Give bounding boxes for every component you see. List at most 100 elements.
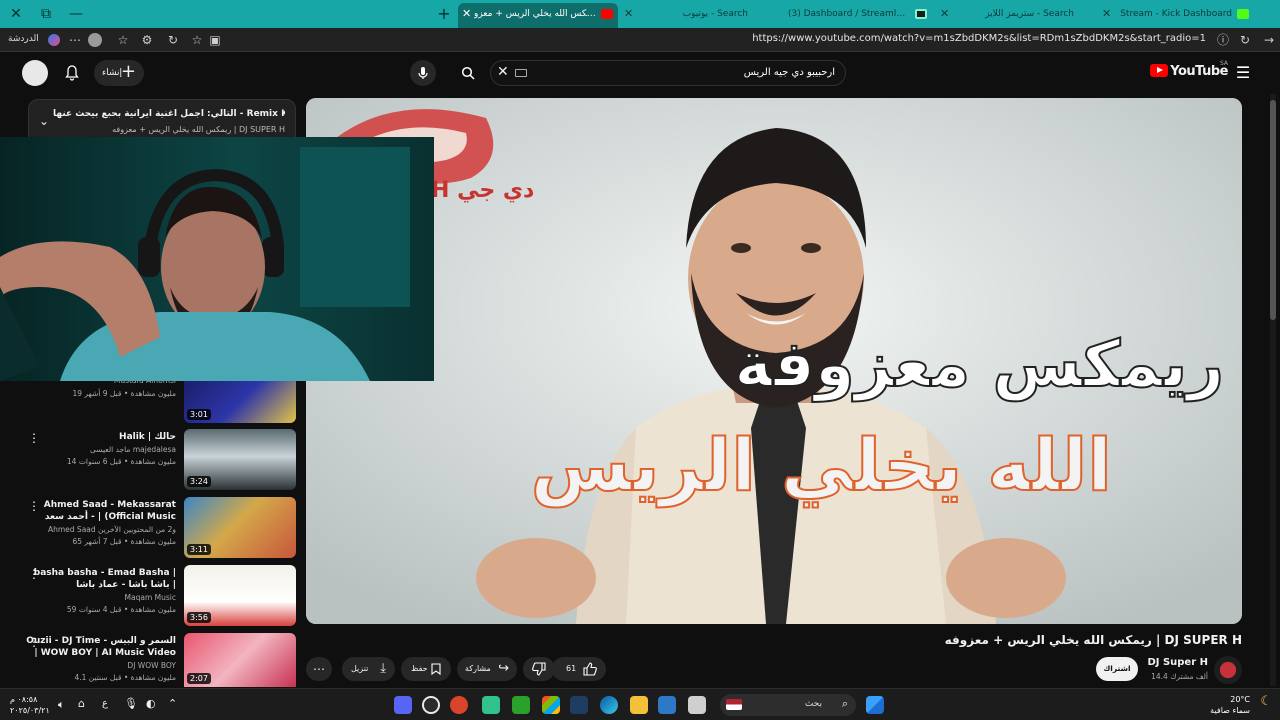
app-icon[interactable] (570, 696, 588, 714)
tab-search[interactable]: ✕ ستريمز اللايز - Search (936, 3, 1096, 28)
task-view-icon[interactable] (688, 696, 706, 714)
channel-name: Ahmed Saad و2 من المحتويين الآخرين (47, 525, 176, 534)
volume-icon[interactable]: 🔈︎ (58, 698, 65, 712)
copilot-icon[interactable] (48, 34, 60, 46)
extensions-icon[interactable]: ⚙ (138, 31, 156, 49)
chat-label[interactable]: الدردشة (8, 34, 39, 44)
favorites-icon[interactable]: ☆ (114, 31, 132, 49)
channel-name[interactable]: DJ Super H (1147, 657, 1208, 668)
list-item[interactable]: 3:11 ⋮ Ahmed Saad - Mekassarat أحمد سعد … (0, 497, 300, 561)
taskbar-search[interactable]: بحث ⌕ (720, 694, 856, 716)
microphone-icon[interactable]: 🎙︎ (124, 697, 138, 710)
video-meta: 14 مليون مشاهدة • قبل 6 سنوات (66, 457, 176, 466)
account-avatar[interactable] (22, 60, 48, 86)
video-player[interactable]: ريمكس معزوفة الله يخلي الريس H دي جي (306, 98, 1242, 624)
save-button[interactable]: حفظ (401, 657, 451, 681)
video-title: ريمكس الله يخلي الريس + معزوفه | DJ SUPE… (944, 633, 1242, 647)
search-button[interactable] (455, 60, 481, 86)
app-icon[interactable] (658, 696, 676, 714)
app-icon[interactable] (450, 696, 468, 714)
file-explorer-icon[interactable] (630, 696, 648, 714)
thumbs-up-icon (583, 662, 597, 676)
network-icon[interactable]: ⌂ (78, 697, 85, 710)
audio-app-icon[interactable] (482, 696, 500, 714)
search-input[interactable]: ✕ ارحبيبو دي جيه الريس (490, 60, 846, 86)
playlist-title: التالي: أجمل أغنية ايرانية بحبع بيحث عنه… (53, 109, 285, 119)
page-scrollbar[interactable] (1270, 94, 1276, 686)
search-icon: ⌕ (841, 697, 848, 710)
profile-avatar[interactable] (88, 33, 102, 47)
system-clock[interactable]: ٠٨:٥٨ م ٢٠٢٥/٠٣/٢١ (10, 694, 50, 716)
video-thumbnail[interactable]: 3:11 (184, 497, 296, 558)
url-field[interactable]: https://www.youtube.com/watch?v=m1sZbdDK… (752, 33, 1206, 44)
close-tab-icon[interactable]: ✕ (624, 3, 633, 25)
discord-icon[interactable] (394, 696, 412, 714)
voice-search-icon[interactable] (410, 60, 436, 86)
keyboard-icon[interactable] (515, 69, 527, 77)
info-icon[interactable]: ⓘ (1214, 31, 1232, 49)
dislike-button[interactable] (523, 657, 555, 681)
clear-search-icon[interactable]: ✕ (497, 64, 509, 80)
tab-kick[interactable]: ✕ Stream - Kick Dashboard (1098, 3, 1254, 28)
close-tab-icon[interactable]: ✕ (940, 3, 949, 25)
share-button[interactable]: مشاركة ↪ (457, 657, 517, 681)
minimize-icon[interactable]: — (60, 0, 92, 28)
search-icon (461, 66, 475, 80)
subscribe-button[interactable]: اشتراك (1096, 657, 1138, 681)
video-logo-text: H دي جي (431, 178, 535, 203)
refresh-icon[interactable]: ↻ (164, 31, 182, 49)
streamlabs-favicon-icon (915, 9, 927, 19)
youtube-logo[interactable]: YouTube (1150, 64, 1228, 79)
video-thumbnail[interactable]: 3:56 (184, 565, 296, 626)
obs-icon[interactable] (422, 696, 440, 714)
like-button[interactable]: 61 (552, 657, 606, 681)
menu-hamburger-icon[interactable]: ☰ (1230, 60, 1256, 86)
add-favorite-icon[interactable]: ☆ (188, 31, 206, 49)
more-menu-icon[interactable]: ⋯ (66, 31, 84, 49)
reload-icon[interactable]: ↻ (1236, 31, 1254, 49)
input-language[interactable]: ع (102, 698, 108, 709)
video-meta: 59 مليون مشاهدة • قبل 4 سنوات (66, 605, 176, 614)
list-item[interactable]: 3:24 ⋮ Halik | حالك ماجد العيسى majedale… (0, 429, 300, 493)
tray-icon[interactable]: ◐ (146, 697, 156, 710)
maximize-icon[interactable]: ⧉ (30, 0, 62, 28)
list-item[interactable]: 3:56 ⋮ basha basha - Emad Basha | باشا ب… (0, 565, 300, 629)
tab-streamlabs[interactable]: (3) Dashboard / Streamlabs (772, 3, 932, 28)
store-icon[interactable] (542, 696, 560, 714)
video-meta: 19 مليون مشاهدة • قبل 9 أشهر (72, 389, 176, 398)
video-thumbnail[interactable]: 2:07 (184, 633, 296, 687)
browser-tab-strip: ✕ ⧉ — + ✕ ريمكس الله يخلي الريس + معزو..… (0, 0, 1280, 28)
video-thumbnail[interactable]: 3:24 (184, 429, 296, 490)
close-tab-icon[interactable]: ✕ (1102, 3, 1111, 25)
xbox-icon[interactable] (512, 696, 530, 714)
back-icon[interactable]: → (1260, 31, 1278, 49)
edge-icon[interactable] (600, 696, 618, 714)
download-button[interactable]: تنزيل ⤓ (342, 657, 395, 681)
more-actions-icon[interactable]: ⋯ (306, 657, 332, 681)
youtube-header: إنشاء + ✕ ارحبيبو دي جيه الريس YouTube S… (0, 52, 1280, 94)
video-thumbnail[interactable]: 3:01 (184, 381, 296, 423)
country-code: SA (1219, 60, 1228, 67)
new-tab-icon[interactable]: + (428, 0, 460, 28)
windows-taskbar: ٠٨:٥٨ م ٢٠٢٥/٠٣/٢١ 🔈︎ ⌂ ع 🎙︎ ◐ ⌃ بحث ⌕ 2… (0, 688, 1280, 720)
video-meta: 65 مليون مشاهدة • قبل 7 أشهر (72, 537, 176, 546)
close-window-icon[interactable]: ✕ (0, 0, 32, 28)
weather-widget[interactable]: 20°C سماء صافية (1210, 694, 1250, 716)
windows-start-icon[interactable] (866, 696, 884, 714)
tab-youtube-video[interactable]: ✕ ريمكس الله يخلي الريس + معزو... (458, 3, 618, 28)
show-hidden-icons-icon[interactable]: ⌃ (168, 697, 177, 710)
notifications-bell-icon[interactable] (59, 60, 85, 86)
create-button[interactable]: إنشاء + (94, 60, 144, 86)
scrollbar-thumb[interactable] (1270, 100, 1276, 320)
video-overlay-title-line1: ريمكس معزوفة (733, 327, 1225, 403)
split-screen-icon[interactable]: ▣ (206, 31, 224, 49)
close-tab-icon[interactable]: ✕ (462, 3, 471, 25)
bookmark-icon (431, 663, 441, 675)
list-item[interactable]: 2:07 ⋮ Ouzii - DJ Time - السمر و البيس |… (0, 633, 300, 687)
tab-youtube-search[interactable]: ✕ يوتيوب - Search (620, 3, 770, 28)
chevron-down-icon[interactable]: ⌄ (39, 114, 49, 128)
kick-favicon-icon (1237, 9, 1249, 19)
webcam-overlay (0, 137, 434, 381)
channel-avatar[interactable] (1214, 656, 1242, 684)
thumbs-down-icon (532, 662, 546, 676)
